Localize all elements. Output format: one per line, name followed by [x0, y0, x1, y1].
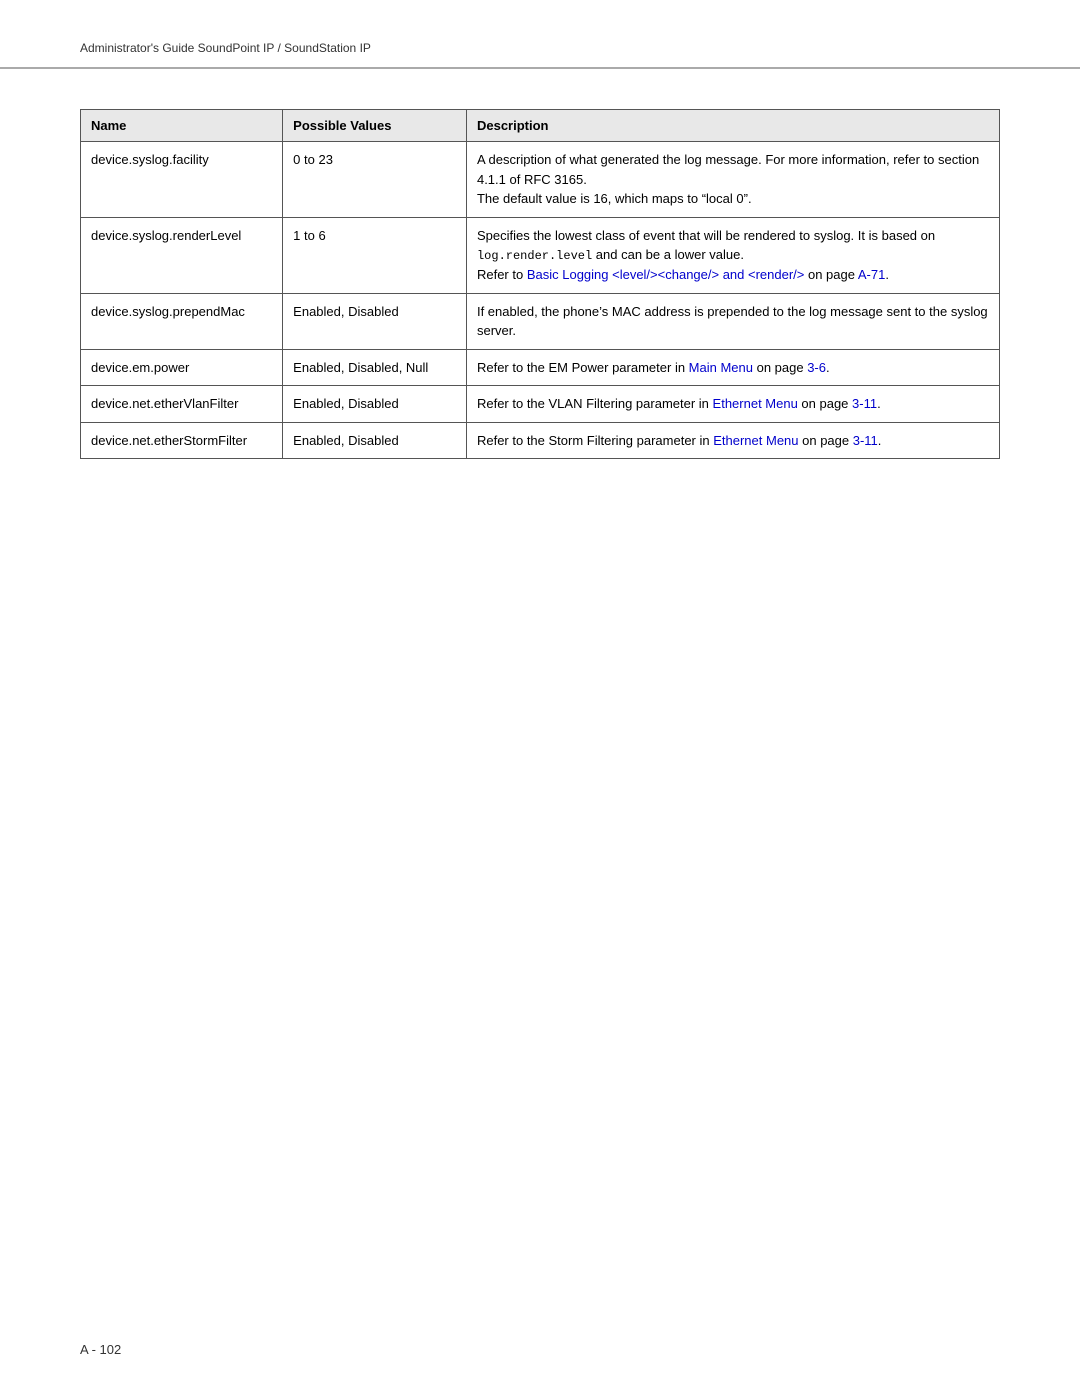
- cell-name: device.syslog.prependMac: [81, 293, 283, 349]
- cell-description: Specifies the lowest class of event that…: [466, 217, 999, 293]
- header-title: Administrator's Guide SoundPoint IP / So…: [80, 41, 371, 55]
- cell-description: Refer to the VLAN Filtering parameter in…: [466, 386, 999, 423]
- cell-name: device.net.etherVlanFilter: [81, 386, 283, 423]
- cell-name: device.syslog.facility: [81, 142, 283, 218]
- cell-values: Enabled, Disabled: [283, 386, 467, 423]
- cell-description: If enabled, the phone’s MAC address is p…: [466, 293, 999, 349]
- col-header-values: Possible Values: [283, 110, 467, 142]
- description-link-page[interactable]: 3-11: [852, 396, 877, 411]
- cell-name: device.syslog.renderLevel: [81, 217, 283, 293]
- parameters-table: Name Possible Values Description device.…: [80, 109, 1000, 459]
- cell-description: Refer to the EM Power parameter in Main …: [466, 349, 999, 386]
- description-link[interactable]: Basic Logging <level/><change/> and <ren…: [527, 267, 805, 282]
- description-link[interactable]: Ethernet Menu: [713, 433, 798, 448]
- cell-name: device.em.power: [81, 349, 283, 386]
- cell-description: A description of what generated the log …: [466, 142, 999, 218]
- page-number: A - 102: [80, 1342, 121, 1357]
- code-text: log.render.level: [477, 249, 592, 263]
- cell-values: 0 to 23: [283, 142, 467, 218]
- description-link-page[interactable]: 3-6: [807, 360, 826, 375]
- table-row: device.syslog.prependMacEnabled, Disable…: [81, 293, 1000, 349]
- table-row: device.em.powerEnabled, Disabled, NullRe…: [81, 349, 1000, 386]
- footer-area: A - 102: [80, 1342, 121, 1357]
- cell-values: Enabled, Disabled: [283, 422, 467, 459]
- table-row: device.syslog.facility0 to 23A descripti…: [81, 142, 1000, 218]
- description-link-page[interactable]: A-71: [858, 267, 885, 282]
- description-link[interactable]: Ethernet Menu: [713, 396, 798, 411]
- table-row: device.net.etherVlanFilterEnabled, Disab…: [81, 386, 1000, 423]
- cell-values: Enabled, Disabled: [283, 293, 467, 349]
- cell-values: Enabled, Disabled, Null: [283, 349, 467, 386]
- description-link-page[interactable]: 3-11: [853, 433, 878, 448]
- cell-values: 1 to 6: [283, 217, 467, 293]
- table-row: device.syslog.renderLevel1 to 6Specifies…: [81, 217, 1000, 293]
- cell-description: Refer to the Storm Filtering parameter i…: [466, 422, 999, 459]
- table-row: device.net.etherStormFilterEnabled, Disa…: [81, 422, 1000, 459]
- page-container: Administrator's Guide SoundPoint IP / So…: [0, 0, 1080, 1397]
- col-header-description: Description: [466, 110, 999, 142]
- cell-name: device.net.etherStormFilter: [81, 422, 283, 459]
- header-area: Administrator's Guide SoundPoint IP / So…: [0, 0, 1080, 69]
- main-content: Name Possible Values Description device.…: [0, 69, 1080, 519]
- table-header-row: Name Possible Values Description: [81, 110, 1000, 142]
- description-link[interactable]: Main Menu: [689, 360, 753, 375]
- col-header-name: Name: [81, 110, 283, 142]
